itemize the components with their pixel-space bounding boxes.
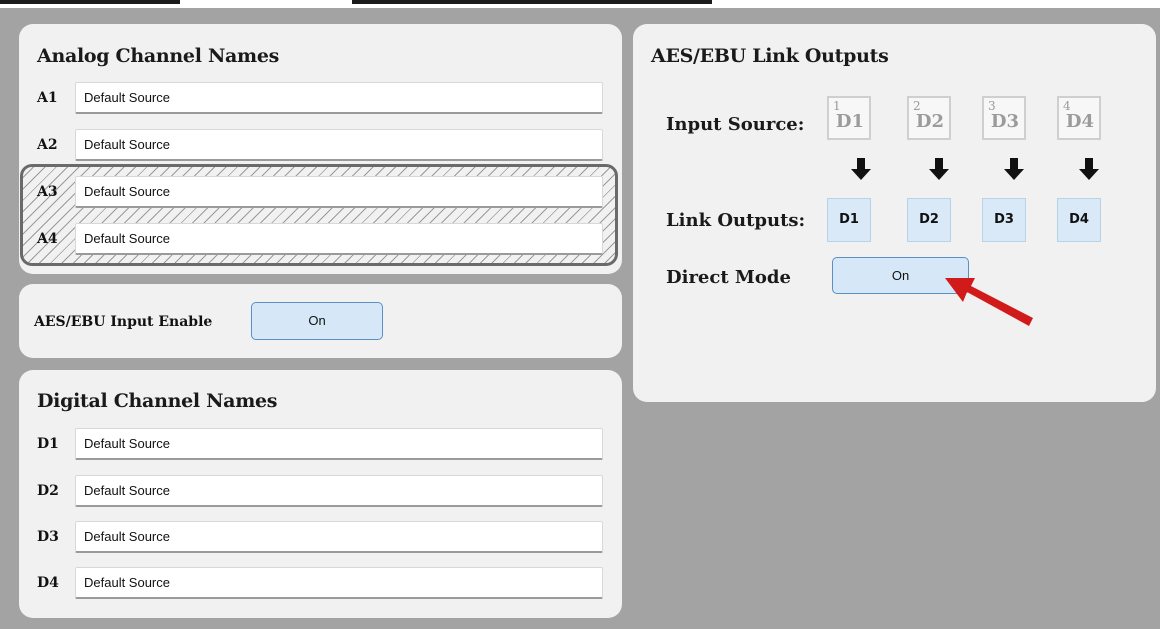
link-output-d2[interactable]: D2 <box>907 198 951 242</box>
digital-name-field-d4[interactable]: Default Source <box>75 567 603 599</box>
digital-channel-names-panel: Digital Channel Names D1 Default Source … <box>19 370 622 618</box>
digital-name-field-d3[interactable]: Default Source <box>75 521 603 553</box>
input-source-label: Input Source: <box>666 114 805 135</box>
link-output-d1[interactable]: D1 <box>827 198 871 242</box>
arrow-down-icon <box>1004 158 1024 180</box>
channel-label-a4: A4 <box>37 231 58 247</box>
panel-title: Digital Channel Names <box>37 390 278 412</box>
source-label: D1 <box>835 111 864 132</box>
panel-title: Analog Channel Names <box>37 45 280 67</box>
aes-input-enable-panel: AES/EBU Input Enable On <box>19 284 622 358</box>
aes-input-enable-label: AES/EBU Input Enable <box>34 314 213 330</box>
source-label: D2 <box>915 111 944 132</box>
arrow-down-icon <box>929 158 949 180</box>
channel-label-a1: A1 <box>37 90 58 106</box>
source-label: D3 <box>990 111 1019 132</box>
link-output-d3[interactable]: D3 <box>982 198 1026 242</box>
channel-label-d1: D1 <box>37 436 59 452</box>
input-source-d3[interactable]: 3 D3 <box>982 96 1026 140</box>
analog-name-field-a3[interactable]: Default Source <box>75 176 603 208</box>
channel-label-d3: D3 <box>37 529 59 545</box>
analog-name-field-a4[interactable]: Default Source <box>75 223 603 255</box>
analog-name-field-a2[interactable]: Default Source <box>75 129 603 161</box>
link-outputs-label: Link Outputs: <box>666 210 806 231</box>
top-strip <box>0 0 1160 8</box>
direct-mode-label: Direct Mode <box>666 267 791 288</box>
input-source-d4[interactable]: 4 D4 <box>1057 96 1101 140</box>
tab-indicator-2 <box>352 0 712 4</box>
analog-channel-names-panel: Analog Channel Names A1 Default Source A… <box>19 24 622 274</box>
panel-title: AES/EBU Link Outputs <box>651 45 889 67</box>
analog-name-field-a1[interactable]: Default Source <box>75 82 603 114</box>
arrow-down-icon <box>1079 158 1099 180</box>
digital-name-field-d1[interactable]: Default Source <box>75 428 603 460</box>
red-arrow-icon <box>945 278 1033 326</box>
tab-indicator-1 <box>0 0 180 4</box>
link-output-d4[interactable]: D4 <box>1057 198 1101 242</box>
input-source-d1[interactable]: 1 D1 <box>827 96 871 140</box>
channel-label-d4: D4 <box>37 575 59 591</box>
aes-link-outputs-panel: AES/EBU Link Outputs Input Source: 1 D1 … <box>633 24 1156 402</box>
channel-label-a3: A3 <box>37 184 58 200</box>
arrow-down-icon <box>851 158 871 180</box>
digital-name-field-d2[interactable]: Default Source <box>75 475 603 507</box>
channel-label-a2: A2 <box>37 137 58 153</box>
source-label: D4 <box>1065 111 1094 132</box>
input-source-d2[interactable]: 2 D2 <box>907 96 951 140</box>
aes-input-enable-button[interactable]: On <box>251 302 383 340</box>
channel-label-d2: D2 <box>37 483 59 499</box>
